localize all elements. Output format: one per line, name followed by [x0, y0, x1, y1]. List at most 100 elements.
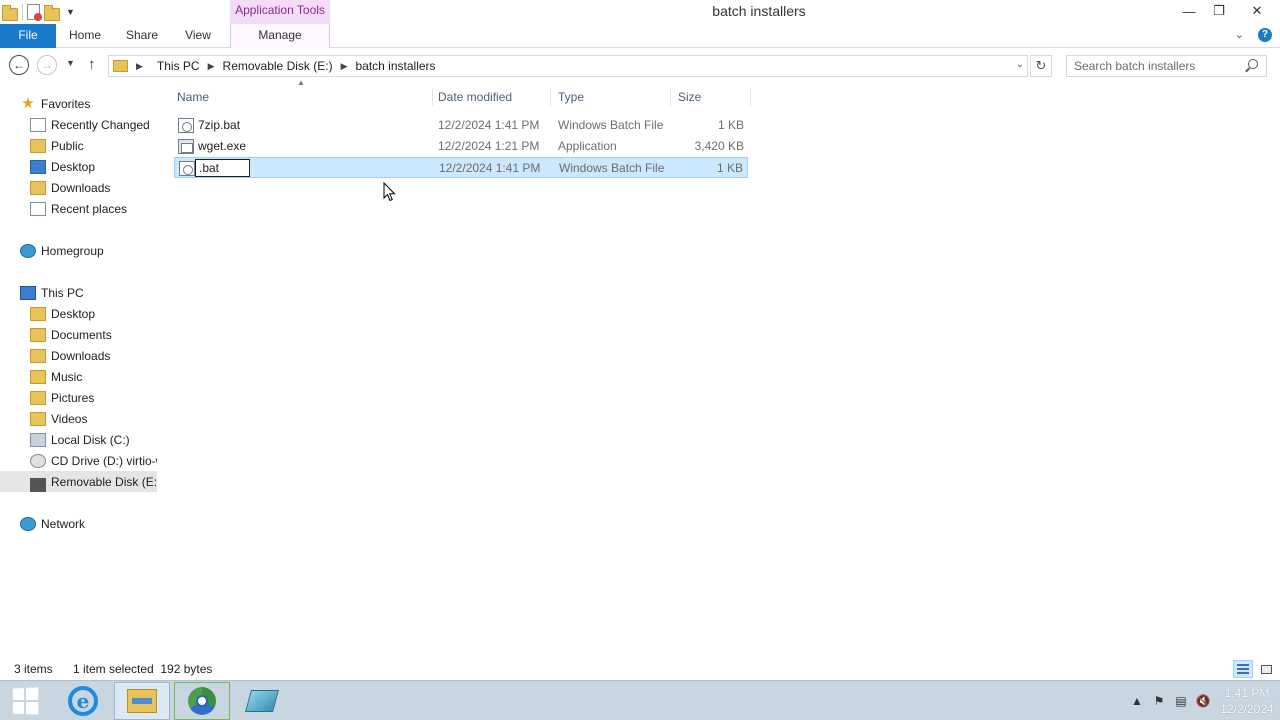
file-type: Application — [558, 139, 617, 153]
volume-muted-icon[interactable]: 🔇 — [1192, 694, 1214, 708]
forward-arrow-icon[interactable]: → — [37, 55, 57, 75]
nav-public[interactable]: Public — [30, 135, 84, 156]
system-tray: ▲ ⚑ ▤ 🔇 1:41 PM 12/2/2024 — [1126, 681, 1280, 720]
nav-recent-places[interactable]: Recent places — [30, 198, 127, 219]
column-header-date[interactable]: Date modified — [431, 88, 551, 106]
tab-manage[interactable]: Manage — [230, 24, 330, 48]
file-explorer-icon — [127, 689, 157, 713]
search-input[interactable] — [1074, 59, 1239, 73]
minimize-icon[interactable]: — — [1174, 0, 1204, 22]
tab-home[interactable]: Home — [60, 24, 110, 48]
new-folder-icon[interactable] — [44, 4, 60, 21]
nav-pictures[interactable]: Pictures — [30, 387, 94, 408]
clock[interactable]: 1:41 PM 12/2/2024 — [1214, 685, 1280, 717]
file-size: 1 KB — [716, 161, 743, 175]
file-row[interactable]: 7zip.bat 12/2/2024 1:41 PM Windows Batch… — [174, 115, 748, 136]
folder-icon — [30, 306, 46, 321]
file-row-selected[interactable]: 12/2/2024 1:41 PM Windows Batch File 1 K… — [174, 157, 748, 178]
properties-icon[interactable] — [27, 4, 42, 21]
downloads-icon — [30, 180, 46, 195]
taskbar-internet-explorer[interactable]: e — [55, 682, 111, 720]
folder-icon — [30, 138, 46, 153]
nav-cd-drive[interactable]: CD Drive (D:) virtio-w — [30, 450, 157, 471]
address-bar[interactable]: ▶ This PC ▶ Removable Disk (E:) ▶ batch … — [108, 55, 1028, 77]
file-name: wget.exe — [198, 139, 247, 153]
clock-time: 1:41 PM — [1224, 686, 1270, 700]
up-arrow-icon[interactable]: ↑ — [88, 56, 96, 73]
window-controls: — ❐ ✕ — [1174, 0, 1280, 22]
start-button[interactable] — [0, 682, 50, 720]
tab-view[interactable]: View — [174, 24, 222, 48]
file-row[interactable]: wget.exe 12/2/2024 1:21 PM Application 3… — [174, 136, 748, 157]
customize-qat-icon[interactable]: ▼ — [66, 7, 75, 17]
nav-recently-changed[interactable]: Recently Changed — [30, 114, 150, 135]
chevron-right-icon[interactable]: ▶ — [341, 61, 348, 72]
recent-places-icon — [30, 201, 46, 216]
taskbar-file-explorer[interactable] — [114, 682, 170, 720]
details-view-button[interactable] — [1233, 660, 1253, 678]
search-box[interactable] — [1066, 55, 1267, 77]
taskbar-app[interactable] — [234, 682, 290, 720]
music-folder-icon — [30, 369, 46, 384]
recent-locations-icon[interactable]: ▼ — [66, 58, 75, 68]
homegroup-icon — [20, 243, 36, 258]
nav-documents[interactable]: Documents — [30, 324, 112, 345]
ribbon-tabs: File Home Share View Manage ⌄ ? — [0, 24, 1280, 48]
back-arrow-icon[interactable]: ← — [9, 55, 29, 75]
column-header-type[interactable]: Type — [551, 88, 671, 106]
expand-ribbon-icon[interactable]: ⌄ — [1235, 28, 1244, 42]
folder-icon — [30, 327, 46, 342]
status-bar: 3 items 1 item selected 192 bytes — [0, 658, 1280, 680]
restore-icon[interactable]: ❐ — [1204, 0, 1234, 22]
chevron-right-icon[interactable]: ▶ — [208, 61, 215, 72]
nav-desktop[interactable]: Desktop — [30, 303, 95, 324]
taskbar-browser[interactable] — [174, 682, 230, 720]
breadcrumb-removable-disk[interactable]: Removable Disk (E:) — [223, 59, 333, 73]
nav-local-disk[interactable]: Local Disk (C:) — [30, 429, 130, 450]
folder-icon — [2, 4, 18, 21]
chevron-right-icon[interactable]: ▶ — [136, 61, 143, 72]
breadcrumb-batch-installers[interactable]: batch installers — [355, 59, 435, 73]
tab-file[interactable]: File — [0, 24, 56, 48]
star-icon: ★ — [21, 94, 35, 112]
application-icon — [178, 139, 194, 154]
breadcrumb-this-pc[interactable]: This PC — [157, 59, 200, 73]
action-center-flag-icon[interactable]: ⚑ — [1148, 694, 1170, 708]
folder-icon — [30, 348, 46, 363]
details-view-icon — [1237, 664, 1249, 674]
nav-fav-downloads[interactable]: Downloads — [30, 177, 110, 198]
cd-drive-icon — [30, 453, 46, 468]
help-icon[interactable]: ? — [1258, 28, 1272, 42]
nav-this-pc[interactable]: This PC — [20, 282, 84, 303]
column-header-name[interactable]: Name — [170, 88, 433, 106]
large-icons-view-button[interactable] — [1256, 660, 1276, 678]
windows-logo-icon — [12, 687, 39, 715]
nav-network[interactable]: Network — [20, 513, 85, 534]
selection-info: 1 item selected 192 bytes — [73, 662, 213, 676]
videos-folder-icon — [30, 411, 46, 426]
close-icon[interactable]: ✕ — [1234, 0, 1280, 22]
network-status-icon[interactable]: ▤ — [1170, 694, 1192, 708]
file-date: 12/2/2024 1:41 PM — [438, 118, 540, 132]
clock-date: 12/2/2024 — [1220, 702, 1274, 716]
nav-music[interactable]: Music — [30, 366, 82, 387]
show-hidden-icons-icon[interactable]: ▲ — [1126, 694, 1148, 708]
nav-homegroup[interactable]: Homegroup — [20, 240, 104, 261]
address-history-chevron-icon[interactable]: ⌄ — [1016, 59, 1024, 70]
application-tools-tab-group: Application Tools — [230, 0, 330, 24]
rename-field[interactable] — [195, 159, 250, 177]
column-header-size[interactable]: Size — [671, 88, 751, 106]
hard-drive-icon — [30, 432, 46, 447]
window-title: batch installers — [712, 3, 806, 19]
app-icon — [245, 690, 279, 712]
nav-removable-disk[interactable]: Removable Disk (E:) — [0, 471, 157, 492]
nav-videos[interactable]: Videos — [30, 408, 87, 429]
nav-favorites[interactable]: ★ Favorites — [20, 93, 90, 114]
navigation-bar: ← → ▼ ↑ ▶ This PC ▶ Removable Disk (E:) … — [0, 52, 1280, 78]
quick-access-toolbar: ▼ — [2, 3, 75, 21]
nav-fav-desktop[interactable]: Desktop — [30, 156, 95, 177]
nav-downloads[interactable]: Downloads — [30, 345, 110, 366]
tab-share[interactable]: Share — [118, 24, 166, 48]
refresh-icon[interactable]: ↻ — [1030, 55, 1052, 77]
internet-explorer-icon: e — [68, 686, 98, 716]
